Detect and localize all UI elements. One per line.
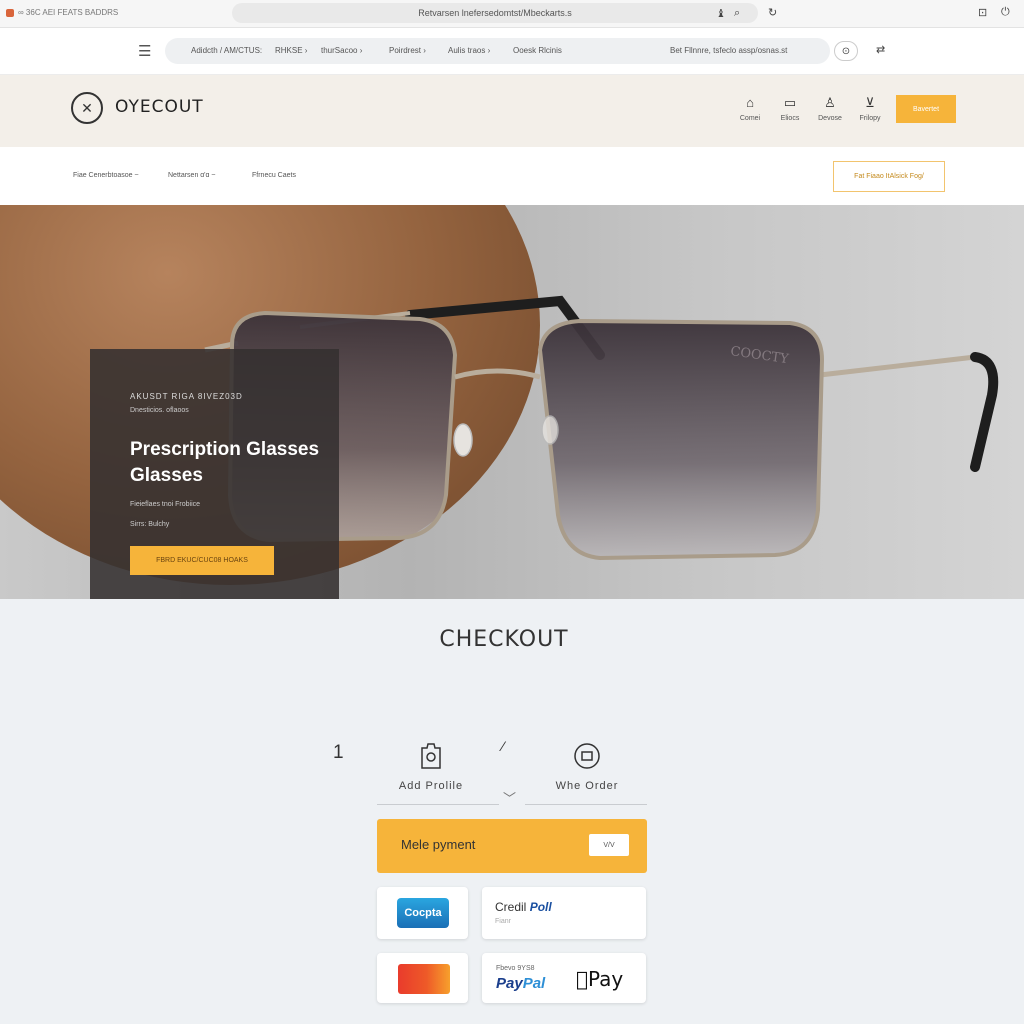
mastercard-logo bbox=[398, 964, 450, 994]
bag-icon: ⌂ bbox=[746, 95, 754, 110]
payment-method-paypal-applepay[interactable]: Fbevo 9YS8 PayPal Pay bbox=[482, 953, 646, 1003]
subnav-item[interactable]: Nettarsen ɑ'ɑ ~ bbox=[168, 172, 215, 179]
header-link-label: Frilopy bbox=[859, 115, 881, 122]
header-link-devose[interactable]: ♙ Devose bbox=[810, 95, 850, 122]
credit-title: Credil Poll bbox=[495, 900, 552, 914]
logo-text[interactable]: OYECOUT bbox=[115, 97, 204, 117]
header-link-label: Comei bbox=[739, 115, 761, 122]
nav-link[interactable]: RHKSE › bbox=[275, 46, 307, 55]
cart-icon: ⊻ bbox=[865, 95, 875, 110]
credit-title-text: Credil bbox=[495, 900, 530, 914]
hero-cta-button[interactable]: FBRD EKUC/CUC08 HOAKS bbox=[130, 546, 274, 575]
apple-pay-logo: Pay bbox=[576, 967, 623, 991]
hero-description: Fieieflaes tnoi Frobiice bbox=[130, 501, 201, 508]
payment-method-credit[interactable]: Credil Poll Fianr bbox=[482, 887, 646, 939]
paypal-caption: Fbevo 9YS8 bbox=[496, 965, 535, 972]
tab-title: ∞ 36C AEI FEATS BADDRS bbox=[18, 8, 119, 17]
header-link-label: Devose bbox=[818, 115, 842, 122]
user-icon: ♙ bbox=[824, 95, 836, 110]
nav-link[interactable]: thurSacoo › bbox=[321, 46, 362, 55]
paypal-logo: PayPal bbox=[496, 975, 545, 992]
apple-pay-text: Pay bbox=[576, 967, 623, 991]
step-divider-icon: ⁄ bbox=[502, 738, 505, 754]
step-whe-order[interactable]: Whe Order bbox=[554, 742, 620, 792]
box-icon: ▭ bbox=[783, 95, 797, 110]
nav-link[interactable]: Aulis traos › bbox=[448, 46, 490, 55]
hero-subtitle: Dnesticios. oflaoos bbox=[130, 407, 189, 414]
step-number: 1 bbox=[333, 742, 344, 763]
payment-bar-label: Mele pyment bbox=[401, 837, 476, 852]
paypal-logo-part: Pay bbox=[496, 975, 523, 992]
checkout-title: CHECKOUT bbox=[439, 627, 569, 652]
header-link-frilopy[interactable]: ⊻ Frilopy bbox=[850, 95, 890, 122]
nav-search-input[interactable]: Bet Fllnnre, tsfeclo assp/osnas.st bbox=[670, 46, 787, 55]
payment-method-copia[interactable]: Cocpta bbox=[377, 887, 468, 939]
search-icon[interactable]: ⌕ bbox=[734, 7, 740, 20]
hero-banner: COOCTY AKUSDT RIGA 8IVEZ03D Dnesticios. … bbox=[0, 205, 1024, 599]
copia-logo: Cocpta bbox=[397, 898, 449, 928]
address-bar[interactable]: Retvarsen lnefersedomtst/Mbeckarts.s ♝ ⌕ bbox=[232, 3, 758, 23]
profile-tag-icon bbox=[417, 742, 445, 770]
glasses-icon[interactable]: ⊙ bbox=[834, 41, 858, 61]
step-add-profile[interactable]: Add Prolile bbox=[398, 742, 464, 792]
browser-chrome: ∞ 36C AEI FEATS BADDRS Retvarsen lnefers… bbox=[0, 0, 1024, 28]
payment-method-mastercard[interactable] bbox=[377, 953, 468, 1003]
header-link-label: Eliocs bbox=[780, 115, 800, 122]
nav-link[interactable]: Ooesk Rlcinis bbox=[513, 46, 562, 55]
subnav-item[interactable]: Fiae Cenerbtoasoe ~ bbox=[73, 172, 139, 179]
order-icon bbox=[573, 742, 601, 770]
step-label: Add Prolile bbox=[398, 780, 464, 792]
paypal-logo-part: Pal bbox=[522, 975, 546, 992]
nav-pill: Adidcth / AM/CTUS: RHKSE › thurSacoo › P… bbox=[165, 38, 830, 64]
subnav-outline-button[interactable]: Fat Fiaao ItAlsick Fog/ bbox=[833, 161, 945, 192]
hero-title: Prescription Glasses Glasses bbox=[130, 439, 320, 486]
favicon-icon bbox=[6, 8, 14, 17]
refresh-icon[interactable]: ↻ bbox=[768, 6, 777, 19]
header-link-comei[interactable]: ⌂ Comei bbox=[730, 95, 770, 122]
credit-title-brand: Poll bbox=[529, 900, 552, 914]
make-payment-bar[interactable]: Mele pyment V/V bbox=[377, 819, 647, 873]
site-header: ✕ OYECOUT ⌂ Comei ▭ Eliocs ♙ Devose ⊻ Fr… bbox=[0, 75, 1024, 147]
browser-tab[interactable]: ∞ 36C AEI FEATS BADDRS bbox=[6, 8, 118, 17]
credit-subtitle: Fianr bbox=[495, 918, 511, 925]
hero-description-secondary: Sirrs: Bulchy bbox=[130, 521, 170, 528]
menu-icon[interactable]: ⏻ bbox=[1001, 6, 1010, 19]
apple-icon:  bbox=[576, 967, 588, 991]
nav-link[interactable]: Poirdrest › bbox=[389, 46, 426, 55]
header-cta-button[interactable]: Bavertet bbox=[896, 95, 956, 123]
top-navbar: ☰ Adidcth / AM/CTUS: RHKSE › thurSacoo ›… bbox=[0, 28, 1024, 75]
step-underline bbox=[377, 804, 499, 805]
logo-icon[interactable]: ✕ bbox=[71, 92, 103, 124]
payment-bar-toggle[interactable]: V/V bbox=[589, 834, 629, 856]
step-underline bbox=[525, 804, 647, 805]
nav-link[interactable]: Adidcth / AM/CTUS: bbox=[191, 46, 262, 55]
chevron-down-icon[interactable]: ﹀ bbox=[503, 788, 516, 807]
address-text: Retvarsen lnefersedomtst/Mbeckarts.s bbox=[418, 8, 572, 18]
hero-card: AKUSDT RIGA 8IVEZ03D Dnesticios. oflaoos… bbox=[90, 349, 339, 599]
subnav-item[interactable]: Ffrnecu Caets bbox=[252, 172, 296, 179]
profile-icon[interactable]: ⊡ bbox=[978, 6, 987, 19]
step-label: Whe Order bbox=[555, 780, 619, 792]
hamburger-icon[interactable]: ☰ bbox=[138, 42, 151, 60]
hero-kicker: AKUSDT RIGA 8IVEZ03D bbox=[130, 392, 243, 401]
swap-icon[interactable]: ⇄ bbox=[876, 43, 885, 56]
sub-navigation: Fiae Cenerbtoasoe ~ Nettarsen ɑ'ɑ ~ Ffrn… bbox=[0, 147, 1024, 205]
header-link-eliocs[interactable]: ▭ Eliocs bbox=[770, 95, 810, 122]
extension-icon[interactable]: ♝ bbox=[716, 7, 726, 20]
